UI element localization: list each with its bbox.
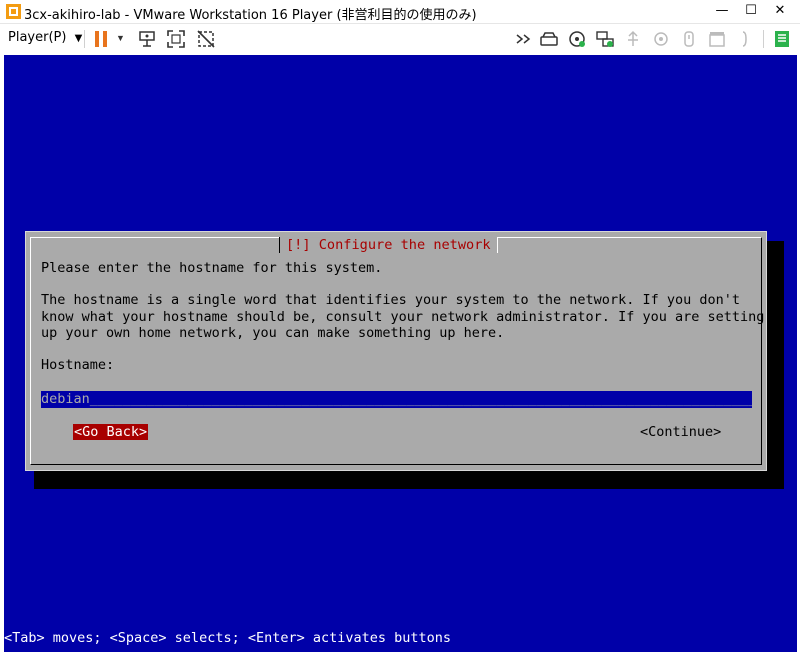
- message-log-icon[interactable]: [707, 29, 727, 49]
- usb-icon[interactable]: [623, 29, 643, 49]
- input-underline: ________________________________________…: [89, 391, 752, 407]
- go-back-button[interactable]: <Go Back>: [73, 424, 149, 440]
- chevron-down-icon[interactable]: ▼: [116, 33, 125, 43]
- vmware-player-icon: [6, 4, 21, 19]
- toolbar-separator: [763, 30, 764, 48]
- notes-icon[interactable]: [772, 29, 792, 49]
- removable-device-icon[interactable]: [539, 29, 559, 49]
- minimize-button[interactable]: —: [708, 0, 736, 23]
- status-line: <Tab> moves; <Space> selects; <Enter> ac…: [4, 630, 452, 646]
- configure-network-dialog: [!] Configure the network Please enter t…: [25, 231, 767, 471]
- vm-console[interactable]: [!] Configure the network Please enter t…: [4, 55, 797, 652]
- window-titlebar: 3cx-akihiro-lab - VMware Workstation 16 …: [0, 0, 800, 24]
- chevron-down-icon: ▼: [74, 33, 83, 44]
- maximize-button[interactable]: ☐: [737, 0, 765, 23]
- close-button[interactable]: ✕: [766, 0, 794, 23]
- hostname-prompt: Please enter the hostname for this syste…: [41, 260, 383, 276]
- dialog-title: [!] Configure the network: [279, 237, 498, 253]
- printer-icon[interactable]: [679, 29, 699, 49]
- player-menu-label: Player(P): [8, 30, 67, 45]
- forward-icon[interactable]: [514, 29, 534, 49]
- send-ctrl-alt-del-icon[interactable]: [137, 29, 157, 49]
- pause-icon[interactable]: [91, 29, 111, 49]
- hostname-value: debian: [41, 391, 90, 407]
- window-title: 3cx-akihiro-lab - VMware Workstation 16 …: [24, 8, 477, 23]
- fullscreen-icon[interactable]: [166, 29, 186, 49]
- hostname-label: Hostname:: [41, 357, 115, 373]
- toolbar: Player(P) ▼ ▼: [0, 24, 800, 54]
- sound-icon[interactable]: [651, 29, 671, 49]
- description-line-2: know what your hostname should be, consu…: [41, 308, 765, 325]
- toolbar-separator: [84, 30, 85, 48]
- description-line-3: up your own home network, you can make s…: [41, 325, 505, 341]
- player-menu[interactable]: Player(P) ▼: [8, 30, 82, 45]
- continue-button[interactable]: <Continue>: [640, 424, 721, 440]
- unity-icon[interactable]: [196, 29, 216, 49]
- hostname-input[interactable]: debian__________________________________…: [41, 391, 752, 408]
- brace-icon[interactable]: [735, 29, 755, 49]
- description-line-1: The hostname is a single word that ident…: [41, 292, 740, 308]
- network-icon[interactable]: [595, 29, 615, 49]
- cd-icon[interactable]: [567, 29, 587, 49]
